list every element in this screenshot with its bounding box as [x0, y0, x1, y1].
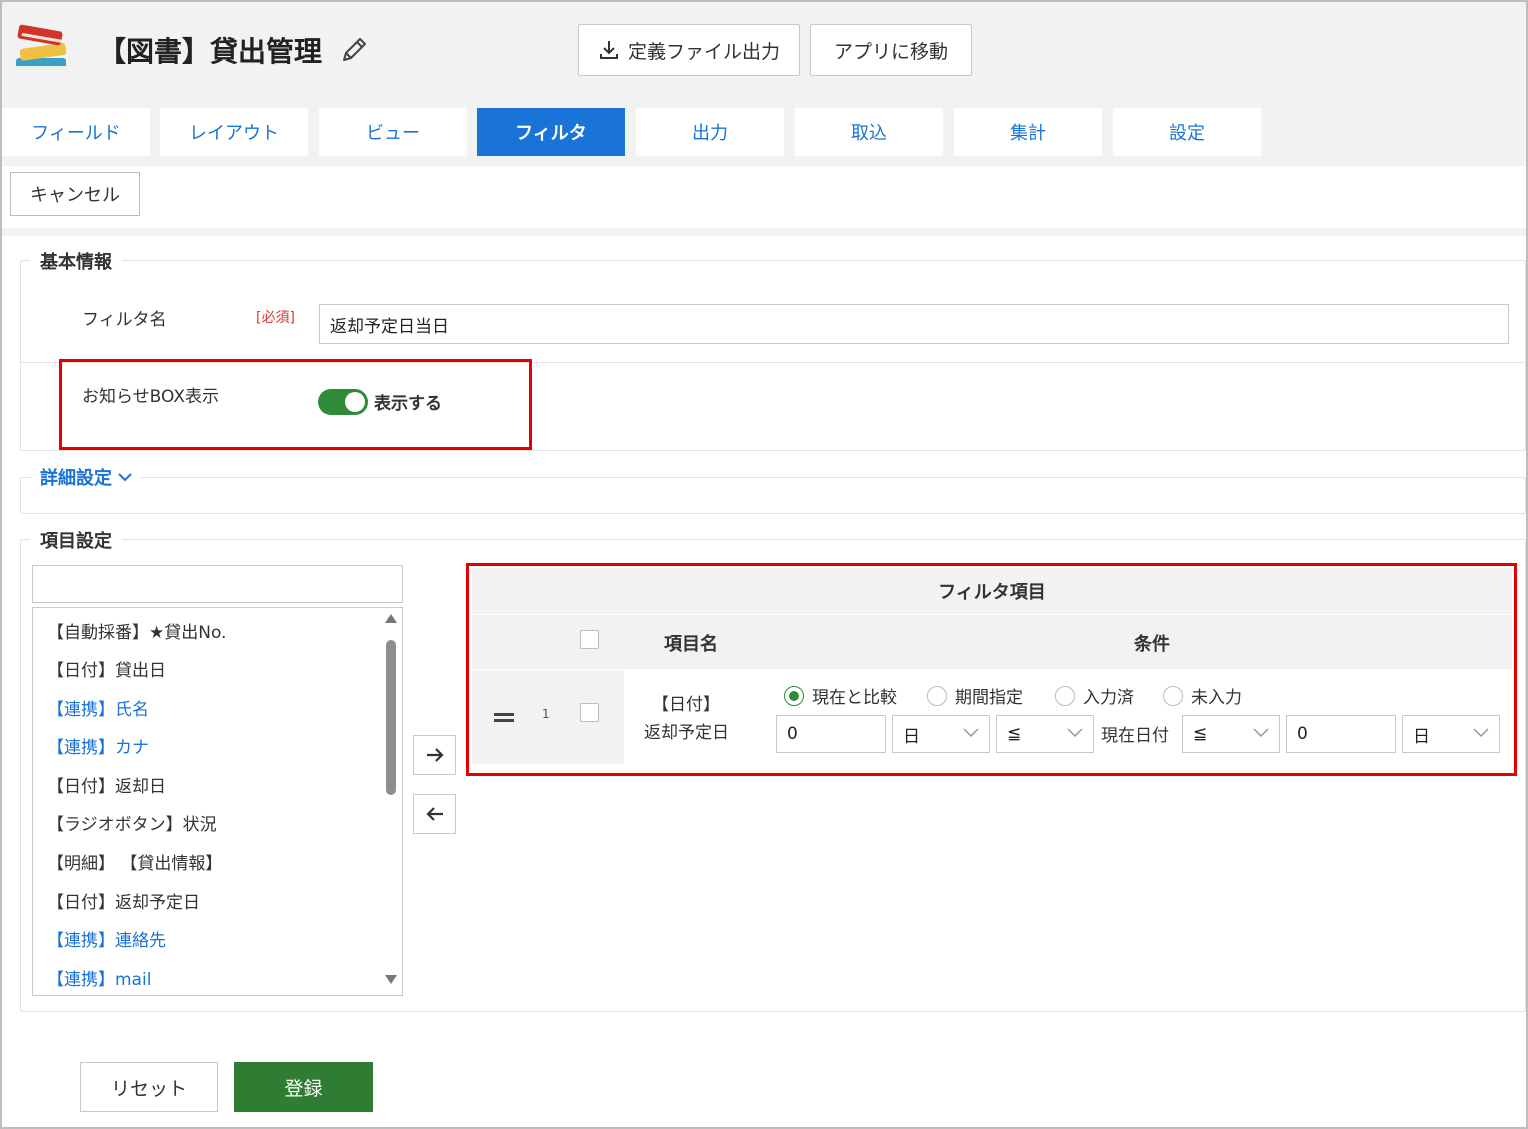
basic-info-title: 基本情報: [30, 248, 122, 274]
filter-name-label: フィルタ名: [82, 310, 167, 330]
list-item[interactable]: 【連携】連絡先: [47, 926, 166, 951]
tab-output[interactable]: 出力: [636, 108, 784, 156]
list-item[interactable]: 【自動採番】★貸出No.: [47, 618, 226, 643]
tab-field[interactable]: フィールド: [2, 108, 150, 156]
tab-filter[interactable]: フィルタ: [477, 108, 625, 156]
list-item[interactable]: 【日付】貸出日: [47, 656, 166, 681]
field-list: 【自動採番】★貸出No. 【日付】貸出日 【連携】氏名 【連携】カナ 【日付】返…: [32, 607, 403, 996]
reset-button[interactable]: リセット: [80, 1062, 218, 1112]
detail-settings-toggle[interactable]: 詳細設定: [32, 464, 140, 490]
export-definition-label: 定義ファイル出力: [627, 40, 780, 63]
highlight-box-notice: [59, 359, 532, 450]
tab-aggregate[interactable]: 集計: [954, 108, 1102, 156]
add-field-button[interactable]: [413, 735, 456, 775]
tab-layout[interactable]: レイアウト: [160, 108, 308, 156]
list-item[interactable]: 【日付】返却予定日: [47, 888, 200, 913]
list-item[interactable]: 【連携】mail: [47, 965, 151, 990]
scroll-up-arrow[interactable]: [385, 614, 397, 623]
detail-settings-label: 詳細設定: [40, 468, 112, 489]
go-to-app-button[interactable]: アプリに移動: [810, 24, 972, 76]
list-item[interactable]: 【ラジオボタン】状況: [47, 810, 217, 835]
list-item[interactable]: 【連携】カナ: [47, 733, 149, 758]
download-icon: [599, 41, 618, 59]
remove-field-button[interactable]: [413, 794, 456, 834]
register-button[interactable]: 登録: [234, 1062, 373, 1112]
scrollbar-thumb[interactable]: [386, 640, 396, 795]
list-item[interactable]: 【連携】氏名: [47, 695, 149, 720]
item-settings-title: 項目設定: [30, 527, 122, 553]
tab-bar: フィールド レイアウト ビュー フィルタ 出力 取込 集計 設定: [2, 106, 1526, 166]
app-header: 【図書】貸出管理 定義ファイル出力 アプリに移動: [2, 2, 1526, 106]
app-title: 【図書】貸出管理: [98, 35, 323, 68]
filter-name-input[interactable]: 返却予定日当日: [319, 304, 1509, 344]
arrow-right-icon: [426, 748, 444, 762]
tab-import[interactable]: 取込: [795, 108, 943, 156]
field-search-input[interactable]: [32, 565, 403, 603]
export-definition-button[interactable]: 定義ファイル出力: [578, 24, 800, 76]
chevron-down-icon: [118, 473, 132, 482]
list-item[interactable]: 【明細】 【貸出情報】: [47, 849, 222, 874]
tab-view[interactable]: ビュー: [319, 108, 467, 156]
divider: [2, 228, 1526, 236]
scroll-down-arrow[interactable]: [385, 975, 397, 984]
cancel-button[interactable]: キャンセル: [10, 172, 140, 216]
arrow-left-icon: [425, 807, 443, 821]
tab-settings[interactable]: 設定: [1113, 108, 1261, 156]
books-icon: [16, 24, 67, 70]
required-badge: [必須]: [256, 310, 295, 326]
highlight-box-filter-items: [466, 563, 1517, 776]
list-item[interactable]: 【日付】返却日: [47, 772, 166, 797]
action-bar: キャンセル: [2, 166, 1526, 228]
detail-settings-section: [20, 477, 1526, 514]
pencil-icon[interactable]: [338, 34, 370, 66]
